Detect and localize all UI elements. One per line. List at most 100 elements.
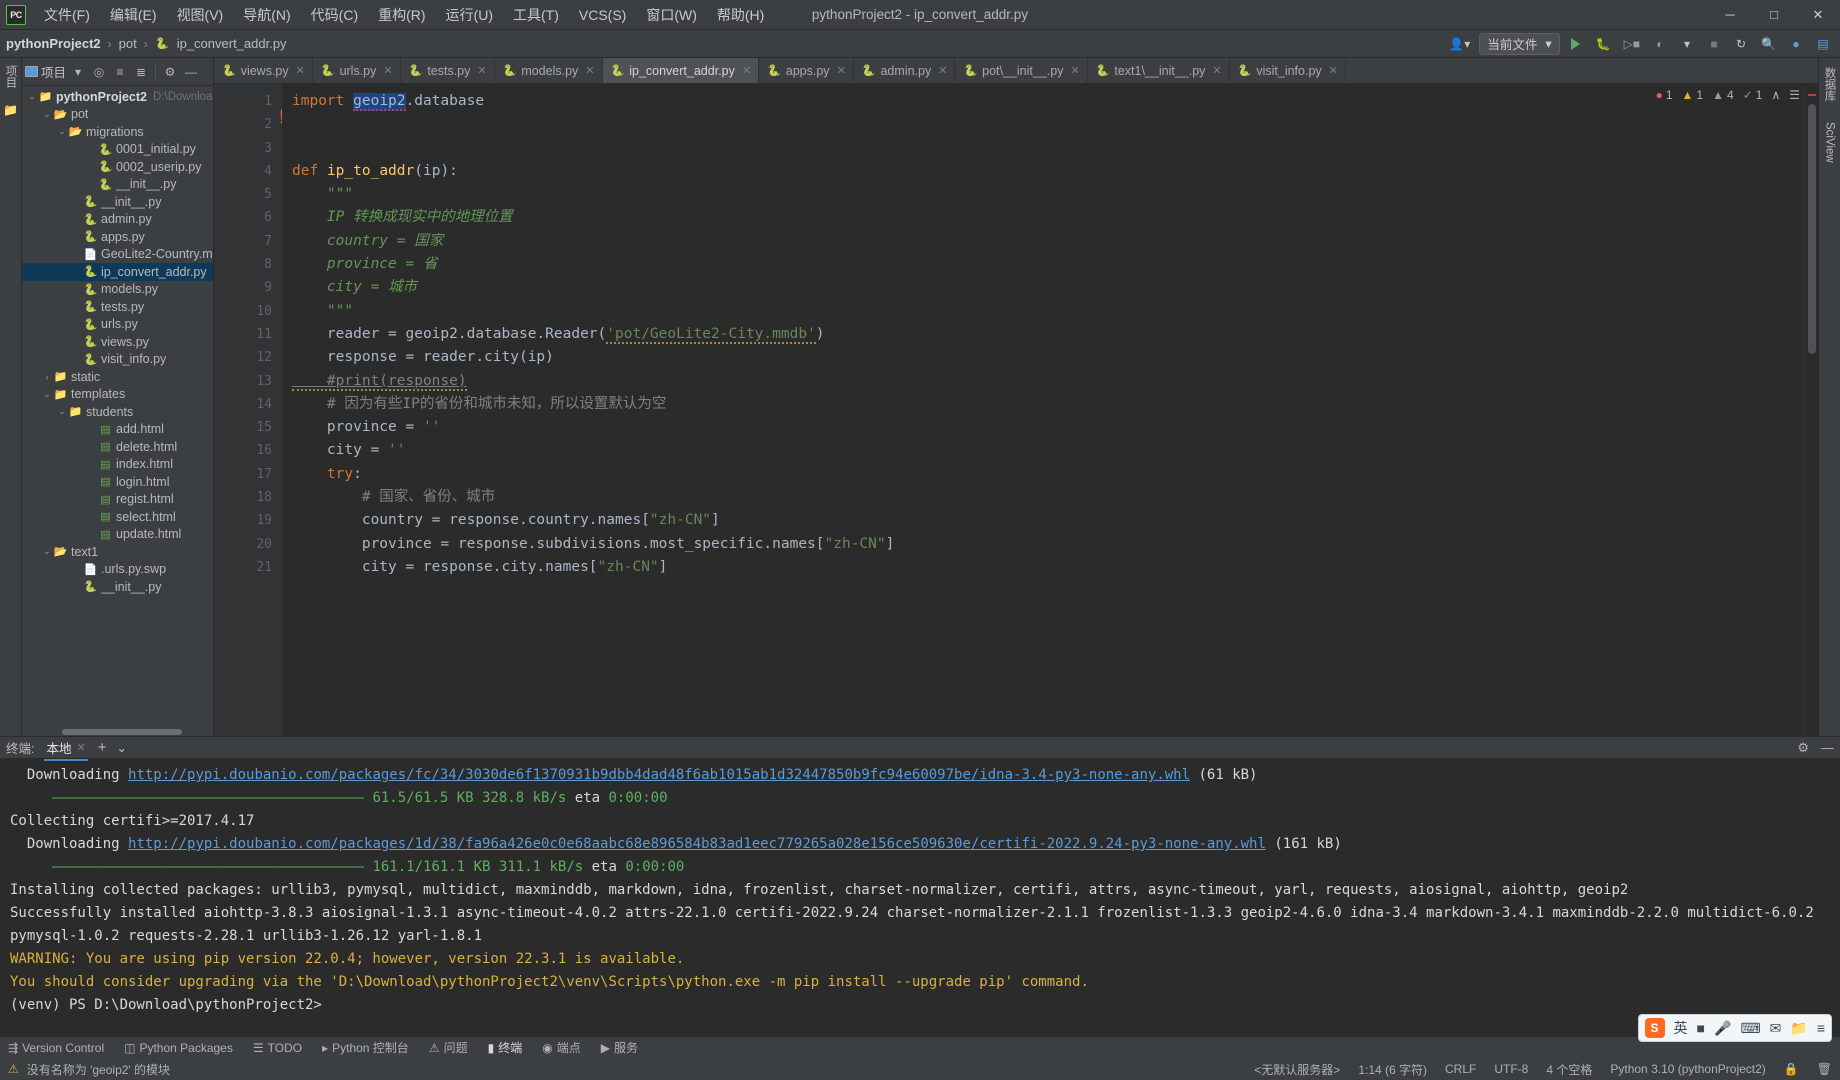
tree-node-admin-py[interactable]: 🐍 admin.py bbox=[22, 211, 213, 229]
locate-icon[interactable]: ◎ bbox=[90, 63, 108, 81]
menu-item-run[interactable]: 运行(U) bbox=[436, 1, 503, 29]
tool-window-project[interactable]: 项目 bbox=[3, 62, 19, 91]
run-icon[interactable] bbox=[1565, 33, 1587, 55]
bottom-tool-endpoints[interactable]: ◉ 端点 bbox=[542, 1039, 581, 1056]
run-configuration-selector[interactable]: 当前文件 ▾ bbox=[1479, 32, 1560, 55]
gutter-line[interactable]: 6 bbox=[214, 206, 282, 229]
tree-node-views-py[interactable]: 🐍 views.py bbox=[22, 333, 213, 351]
code-line[interactable] bbox=[282, 113, 1804, 136]
gutter-line[interactable]: 10⊖ bbox=[214, 300, 291, 323]
close-icon[interactable]: ✕ bbox=[837, 64, 846, 77]
menu-item-edit[interactable]: 编辑(E) bbox=[100, 1, 167, 29]
chevron-icon[interactable]: ⌄ bbox=[26, 91, 38, 102]
inspection-widget[interactable]: ● 1 ▲ 1 ▲ 4 ✓ 1 ∧ ☰ bbox=[1656, 88, 1800, 102]
warning-count[interactable]: ▲ 1 bbox=[1682, 88, 1704, 102]
tree-node-select-html[interactable]: ▤ select.html bbox=[22, 508, 213, 526]
gutter-line[interactable]: 8 bbox=[214, 253, 282, 276]
menu-item-refactor[interactable]: 重构(R) bbox=[368, 1, 435, 29]
git-update-icon[interactable]: ↻ bbox=[1730, 33, 1752, 55]
gutter-line[interactable]: 1 bbox=[214, 90, 282, 113]
typo-count[interactable]: ✓ 1 bbox=[1743, 88, 1763, 102]
tree-node-update-html[interactable]: ▤ update.html bbox=[22, 526, 213, 544]
ime-item-5-icon[interactable]: ≡ bbox=[1817, 1020, 1825, 1036]
close-icon[interactable]: ✕ bbox=[585, 64, 594, 77]
gutter-line[interactable]: 18 bbox=[214, 486, 282, 509]
trash-icon[interactable]: 🗑 bbox=[1817, 1062, 1832, 1076]
status-server[interactable]: <无默认服务器> bbox=[1254, 1061, 1340, 1078]
tree-node-0002-userip-py[interactable]: 🐍 0002_userip.py bbox=[22, 158, 213, 176]
gutter-line[interactable]: 12 bbox=[214, 346, 282, 369]
tree-node-delete-html[interactable]: ▤ delete.html bbox=[22, 438, 213, 456]
code-line[interactable]: try: bbox=[282, 463, 1804, 486]
code-line[interactable]: reader = geoip2.database.Reader('pot/Geo… bbox=[282, 323, 1804, 346]
chevron-up-icon[interactable]: ∧ bbox=[1771, 88, 1780, 102]
tool-window-database[interactable]: 数据库 bbox=[1822, 64, 1838, 105]
menu-item-vcs[interactable]: VCS(S) bbox=[569, 3, 636, 27]
gutter-line[interactable]: 19 bbox=[214, 509, 282, 532]
gutter-line[interactable]: 14⊖ bbox=[214, 393, 291, 416]
close-icon[interactable]: ✕ bbox=[477, 64, 486, 77]
expand-all-icon[interactable]: ≡ bbox=[111, 63, 129, 81]
tree-node-tests-py[interactable]: 🐍 tests.py bbox=[22, 298, 213, 316]
gutter-line[interactable]: 5⊖ bbox=[214, 183, 291, 206]
code-text[interactable]: import geoip2.database def ip_to_addr(ip… bbox=[282, 84, 1804, 736]
minimize-button[interactable]: ─ bbox=[1708, 0, 1752, 30]
close-icon[interactable]: ✕ bbox=[77, 741, 86, 754]
scrollbar-thumb[interactable] bbox=[1808, 104, 1816, 354]
debug-icon[interactable]: 🐛 bbox=[1592, 33, 1615, 55]
tree-node-models-py[interactable]: 🐍 models.py bbox=[22, 281, 213, 299]
gutter-line[interactable]: 9 bbox=[214, 276, 282, 299]
menu-item-view[interactable]: 视图(V) bbox=[167, 1, 234, 29]
editor-tab-ip-convert-addr-py[interactable]: 🐍 ip_convert_addr.py ✕ bbox=[602, 58, 760, 83]
code-line[interactable]: city = response.city.names["zh-CN"] bbox=[282, 556, 1804, 579]
code-line[interactable]: country = 国家 bbox=[282, 230, 1804, 253]
notification-icon[interactable]: ● bbox=[1785, 33, 1807, 55]
layout-icon[interactable]: ▤ bbox=[1812, 33, 1834, 55]
code-line[interactable]: # 因为有些IP的省份和城市未知，所以设置默认为空 bbox=[282, 393, 1804, 416]
tree-node-urls-py[interactable]: 🐍 urls.py bbox=[22, 316, 213, 334]
tree-node-index-html[interactable]: ▤ index.html bbox=[22, 456, 213, 474]
tree-node-pot[interactable]: ⌄ 📂 pot bbox=[22, 106, 213, 124]
tree-node-static[interactable]: › 📁 static bbox=[22, 368, 213, 386]
bottom-tool-terminal[interactable]: ▮ 终端 bbox=[488, 1039, 523, 1056]
gutter-line[interactable]: 17⊖ bbox=[214, 463, 291, 486]
hide-icon[interactable]: — bbox=[182, 63, 200, 81]
error-count[interactable]: ● 1 bbox=[1656, 88, 1673, 102]
ime-item-0-icon[interactable]: ■ bbox=[1697, 1020, 1705, 1036]
error-marker[interactable] bbox=[1808, 94, 1816, 96]
gutter-line[interactable]: 11 bbox=[214, 323, 282, 346]
tree-node-regist-html[interactable]: ▤ regist.html bbox=[22, 491, 213, 509]
tree-node-add-html[interactable]: ▤ add.html bbox=[22, 421, 213, 439]
project-tree[interactable]: ⌄📁pythonProject2D:\Download\p⌄📂pot⌄📂migr… bbox=[22, 86, 213, 736]
add-terminal-icon[interactable]: + bbox=[98, 739, 107, 756]
editor-scrollbar[interactable] bbox=[1804, 84, 1818, 736]
gutter-line[interactable]: 7 bbox=[214, 230, 282, 253]
status-interpreter[interactable]: Python 3.10 (pythonProject2) bbox=[1610, 1062, 1765, 1076]
terminal-output[interactable]: Downloading http://pypi.doubanio.com/pac… bbox=[0, 758, 1840, 1036]
menu-item-navigate[interactable]: 导航(N) bbox=[233, 1, 300, 29]
menu-item-tools[interactable]: 工具(T) bbox=[503, 1, 569, 29]
gutter-line[interactable]: 21⊖ bbox=[214, 556, 291, 579]
bottom-tool-problems[interactable]: ⚠ 问题 bbox=[429, 1039, 468, 1056]
tree-node--urls-py-swp[interactable]: 📄 .urls.py.swp bbox=[22, 561, 213, 579]
code-line[interactable]: country = response.country.names["zh-CN"… bbox=[282, 509, 1804, 532]
editor-tab-apps-py[interactable]: 🐍 apps.py ✕ bbox=[759, 58, 854, 83]
breadcrumb-project[interactable]: pythonProject2 bbox=[6, 36, 101, 51]
collapse-all-icon[interactable]: ≣ bbox=[132, 63, 150, 81]
editor-tab-views-py[interactable]: 🐍 views.py ✕ bbox=[214, 58, 313, 83]
tree-node-students[interactable]: ⌄ 📁 students bbox=[22, 403, 213, 421]
tree-node-geolite2-country-mmdb[interactable]: 📄GeoLite2-Country.mmdb bbox=[22, 246, 213, 264]
editor-tab-text1-init-py[interactable]: 🐍 text1\__init__.py ✕ bbox=[1088, 58, 1230, 83]
tree-node-templates[interactable]: ⌄ 📁 templates bbox=[22, 386, 213, 404]
gutter-line[interactable]: 3 bbox=[214, 137, 282, 160]
code-line[interactable]: # 国家、省份、城市 bbox=[282, 486, 1804, 509]
tree-node--init-py[interactable]: 🐍 __init__.py bbox=[22, 578, 213, 596]
editor-tab-models-py[interactable]: 🐍 models.py ✕ bbox=[495, 58, 603, 83]
chevron-icon[interactable]: ⌄ bbox=[56, 406, 68, 417]
maximize-button[interactable]: □ bbox=[1752, 0, 1796, 30]
tree-node--init-py[interactable]: 🐍 __init__.py bbox=[22, 193, 213, 211]
terminal-link[interactable]: http://pypi.doubanio.com/packages/1d/38/… bbox=[128, 836, 1266, 852]
menu-item-file[interactable]: 文件(F) bbox=[34, 1, 100, 29]
search-icon[interactable]: 🔍 bbox=[1757, 33, 1780, 55]
bottom-tool-version-control[interactable]: ⇶ Version Control bbox=[8, 1041, 104, 1055]
